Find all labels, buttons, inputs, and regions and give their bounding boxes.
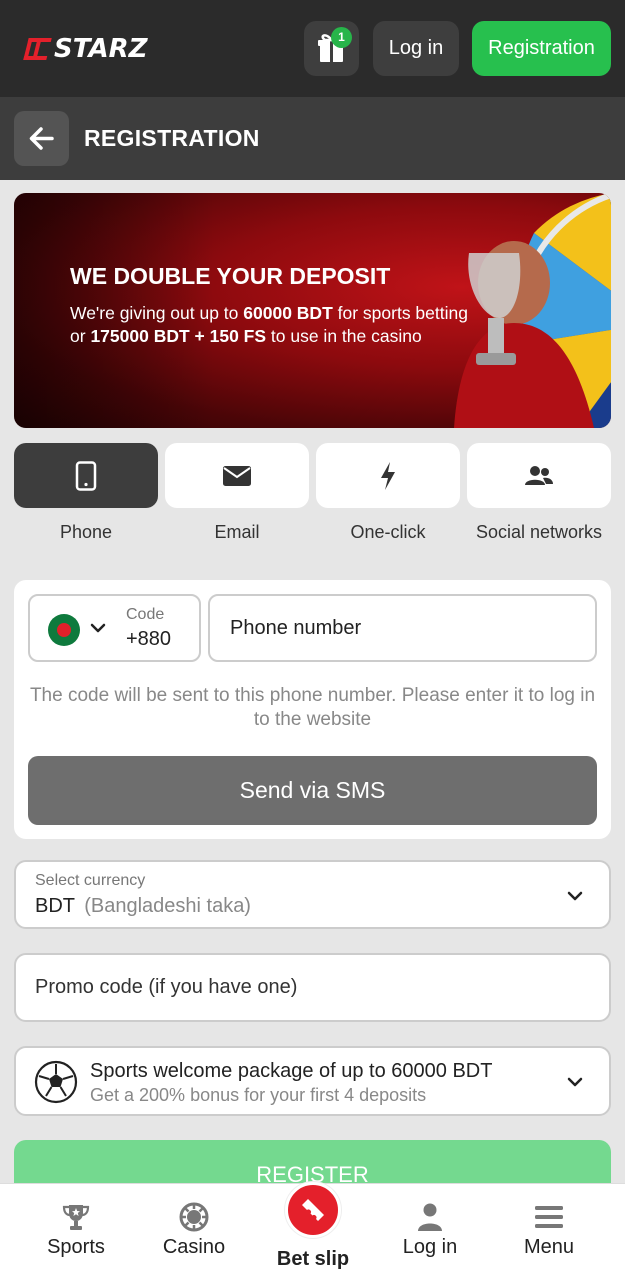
tab-email[interactable] bbox=[165, 443, 309, 508]
envelope-icon bbox=[223, 465, 251, 486]
top-header: STARZ 1 Log in Registration bbox=[0, 0, 625, 97]
nav-casino[interactable]: Casino bbox=[135, 1184, 253, 1280]
phone-icon bbox=[75, 460, 97, 491]
lightning-icon bbox=[381, 461, 395, 490]
casino-chip-icon bbox=[179, 1202, 209, 1232]
promo-banner[interactable]: WE DOUBLE YOUR DEPOSIT We're giving out … bbox=[14, 193, 611, 428]
tab-label-social-networks[interactable]: Social networks bbox=[467, 522, 611, 543]
header-login-button[interactable]: Log in bbox=[373, 21, 459, 76]
menu-icon bbox=[535, 1206, 563, 1228]
bangladesh-flag-icon bbox=[48, 614, 80, 646]
bonus-select[interactable]: Sports welcome package of up to 60000 BD… bbox=[14, 1046, 611, 1116]
tab-label-phone[interactable]: Phone bbox=[14, 522, 158, 543]
logo-text: STARZ bbox=[54, 34, 148, 64]
logo-mark-icon bbox=[23, 38, 52, 60]
nav-label-sports: Sports bbox=[47, 1236, 105, 1258]
bonus-title: Sports welcome package of up to 60000 BD… bbox=[90, 1060, 493, 1082]
nav-label-log-in: Log in bbox=[402, 1236, 458, 1258]
tab-social-networks[interactable] bbox=[467, 443, 611, 508]
gift-count-badge: 1 bbox=[331, 27, 352, 48]
users-icon bbox=[525, 465, 553, 485]
bottom-navigation: Sports Casino Bet slip Log in Menu bbox=[0, 1182, 625, 1280]
chevron-down-icon bbox=[567, 1077, 583, 1087]
country-code-select[interactable]: Code +880 bbox=[28, 594, 201, 662]
nav-sports[interactable]: Sports bbox=[17, 1184, 135, 1280]
ticket-icon bbox=[302, 1199, 324, 1221]
banner-description: We're giving out up to 60000 BDT for spo… bbox=[70, 303, 468, 346]
send-sms-button[interactable]: Send via SMS bbox=[28, 756, 597, 825]
currency-select[interactable]: Select currency BDT (Bangladeshi taka) bbox=[14, 860, 611, 929]
gift-icon bbox=[318, 34, 345, 62]
code-label: Code bbox=[126, 606, 165, 623]
page-title: REGISTRATION bbox=[84, 125, 260, 151]
currency-name: (Bangladeshi taka) bbox=[84, 895, 251, 917]
tab-phone[interactable] bbox=[14, 443, 158, 508]
nav-label-menu: Menu bbox=[523, 1236, 575, 1258]
currency-value: BDT (Bangladeshi taka) bbox=[35, 895, 251, 918]
promo-code-field bbox=[14, 953, 611, 1022]
nav-menu[interactable]: Menu bbox=[490, 1184, 608, 1280]
sms-hint-text: The code will be sent to this phone numb… bbox=[29, 685, 596, 730]
nav-label-bet-slip[interactable]: Bet slip bbox=[253, 1248, 373, 1271]
code-value: +880 bbox=[126, 628, 172, 650]
bonus-subtitle: Get a 200% bonus for your first 4 deposi… bbox=[90, 1085, 427, 1105]
tab-one-click[interactable] bbox=[316, 443, 460, 508]
banner-title: WE DOUBLE YOUR DEPOSIT bbox=[70, 263, 391, 289]
tab-label-email[interactable]: Email bbox=[165, 522, 309, 543]
nav-bet-slip-button[interactable] bbox=[285, 1182, 341, 1238]
chevron-down-icon bbox=[567, 891, 583, 901]
chevron-down-icon bbox=[90, 623, 106, 633]
currency-label: Select currency bbox=[35, 872, 146, 889]
phone-registration-card: Code +880 The code will be sent to this … bbox=[14, 580, 611, 839]
promo-code-input[interactable] bbox=[16, 955, 609, 1020]
tab-label-one-click[interactable]: One-click bbox=[316, 522, 460, 543]
soccer-ball-icon bbox=[34, 1060, 78, 1104]
currency-code: BDT bbox=[35, 895, 75, 917]
trophy-icon bbox=[62, 1205, 90, 1230]
brand-logo[interactable]: STARZ bbox=[23, 34, 148, 64]
page-title-bar: REGISTRATION bbox=[0, 97, 625, 180]
header-registration-button[interactable]: Registration bbox=[472, 21, 611, 76]
phone-number-input[interactable] bbox=[208, 594, 597, 662]
back-button[interactable] bbox=[14, 111, 69, 166]
gift-button[interactable] bbox=[304, 21, 359, 76]
arrow-left-icon bbox=[29, 127, 54, 150]
nav-label-casino: Casino bbox=[162, 1236, 226, 1258]
user-icon bbox=[418, 1203, 442, 1231]
nav-log-in[interactable]: Log in bbox=[371, 1184, 489, 1280]
